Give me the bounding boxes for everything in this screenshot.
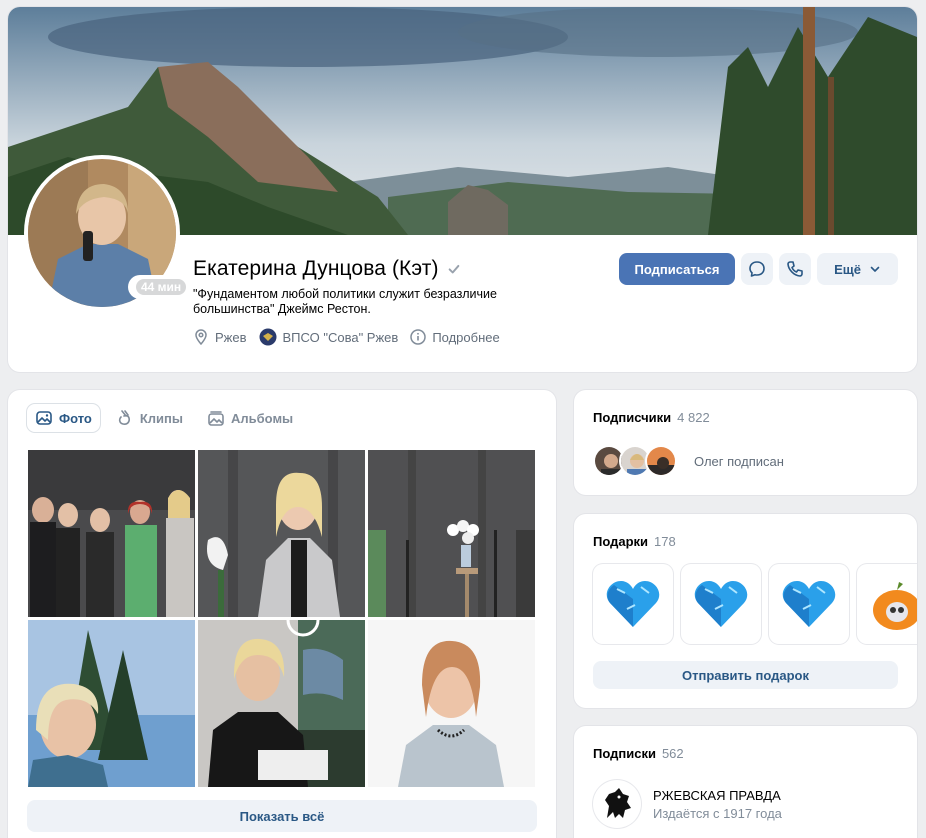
photo-thumbnail[interactable] — [368, 620, 535, 787]
profile-status: "Фундаментом любой политики служит безра… — [193, 287, 497, 316]
meta-city-label: Ржев — [215, 329, 247, 345]
photo-tabs: Фото Клипы Альбомы — [27, 404, 301, 432]
subscribers-block[interactable]: Подписчики 4 822 Олег подписан — [574, 390, 917, 495]
phone-icon — [787, 261, 803, 277]
profile-name: Екатерина Дунцова (Кэт) — [193, 257, 461, 281]
photo-thumbnail[interactable] — [198, 450, 365, 617]
blue-heart-icon — [606, 581, 660, 627]
more-button[interactable]: Ещё — [817, 253, 898, 285]
photo-icon — [36, 411, 52, 425]
tab-albums-label: Альбомы — [231, 410, 294, 426]
tab-clips-label: Клипы — [139, 410, 183, 426]
subscribers-count: 4 822 — [677, 410, 710, 425]
blue-heart-icon — [782, 581, 836, 627]
gifts-title-text: Подарки — [593, 534, 649, 549]
send-gift-button[interactable]: Отправить подарок — [593, 661, 898, 689]
tab-photos-label: Фото — [59, 410, 92, 426]
photos-block: Фото Клипы Альбомы Показать всё — [8, 390, 556, 838]
meta-group-label: ВПСО "Сова" Ржев — [282, 329, 399, 345]
tab-clips[interactable]: Клипы — [108, 404, 191, 432]
avatar[interactable] — [645, 445, 677, 477]
profile-meta: Ржев ВПСО "Сова" Ржев Подробнее — [193, 328, 500, 346]
gift-item[interactable] — [769, 564, 849, 644]
subscriptions-title[interactable]: Подписки 562 — [593, 746, 684, 761]
meta-city[interactable]: Ржев — [193, 329, 247, 345]
friend-subscribed-note: Олег подписан — [694, 454, 784, 469]
subscription-name: РЖЕВСКАЯ ПРАВДА — [653, 787, 781, 803]
photo-thumbnail[interactable] — [28, 620, 195, 787]
subscription-description: Издаётся с 1917 года — [653, 805, 782, 821]
gifts-block: Подарки 178 Отправить подарок — [574, 514, 917, 708]
gift-item[interactable] — [681, 564, 761, 644]
subscribers-title-text: Подписчики — [593, 410, 672, 425]
chevron-down-icon — [870, 266, 880, 272]
blue-heart-icon — [694, 581, 748, 627]
meta-group[interactable]: ВПСО "Сова" Ржев — [259, 328, 399, 346]
subscribe-button[interactable]: Подписаться — [619, 253, 735, 285]
photo-thumbnail[interactable] — [28, 450, 195, 617]
gifts-row — [593, 564, 917, 644]
gifts-count: 178 — [654, 534, 676, 549]
message-button[interactable] — [741, 253, 773, 285]
subscription-logo — [593, 780, 641, 828]
info-icon — [410, 329, 427, 345]
more-label: Ещё — [834, 261, 861, 277]
online-badge: 44 мин — [130, 277, 193, 297]
pumpkin-cat-icon — [873, 582, 917, 630]
subscriptions-count: 562 — [661, 746, 684, 761]
message-icon — [749, 261, 765, 277]
subscriptions-block: Подписки 562 РЖЕВСКАЯ ПРАВДА Издаётся с 1… — [574, 726, 917, 838]
subscribers-title: Подписчики 4 822 — [593, 410, 710, 425]
show-all-photos-button[interactable]: Показать всё — [27, 800, 537, 832]
photo-thumbnail[interactable] — [368, 450, 535, 617]
photo-grid — [28, 450, 537, 787]
group-emblem-icon — [259, 328, 277, 346]
photo-thumbnail[interactable] — [198, 620, 365, 787]
meta-details[interactable]: Подробнее — [410, 329, 500, 345]
subscriber-avatars — [593, 445, 677, 477]
call-button[interactable] — [779, 253, 811, 285]
gift-item[interactable] — [593, 564, 673, 644]
subscription-item[interactable]: РЖЕВСКАЯ ПРАВДА Издаётся с 1917 года — [593, 780, 782, 828]
tab-albums[interactable]: Альбомы — [199, 404, 301, 432]
gifts-title[interactable]: Подарки 178 — [593, 534, 676, 549]
gift-item[interactable] — [857, 564, 917, 644]
subscriptions-title-text: Подписки — [593, 746, 656, 761]
tab-photos[interactable]: Фото — [27, 404, 100, 432]
verified-icon[interactable] — [447, 262, 461, 276]
profile-name-text: Екатерина Дунцова (Кэт) — [193, 257, 439, 280]
clips-icon — [118, 410, 130, 425]
meta-details-label: Подробнее — [432, 329, 500, 345]
location-pin-icon — [195, 329, 207, 345]
albums-icon — [208, 411, 224, 426]
lion-emblem-icon — [605, 788, 631, 818]
profile-header: 44 мин Екатерина Дунцова (Кэт) "Фундамен… — [8, 7, 917, 372]
